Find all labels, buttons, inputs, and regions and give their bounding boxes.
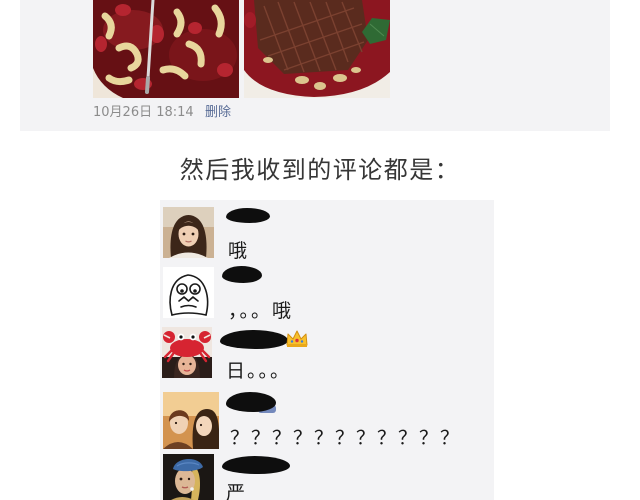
comment-item[interactable]: 哦 (160, 204, 494, 262)
comment-item[interactable]: ，。。哦 (160, 262, 494, 322)
post-photo-1[interactable] (93, 0, 239, 98)
redacted-username[interactable] (226, 392, 276, 412)
girl-portrait-avatar-icon (163, 207, 214, 258)
redacted-username[interactable] (220, 330, 288, 349)
pearl-earring-avatar-icon (163, 454, 214, 500)
redacted-username[interactable] (226, 208, 270, 223)
commenter-avatar[interactable] (163, 267, 214, 318)
commenter-avatar[interactable] (163, 207, 214, 258)
line-drawing-face-avatar-icon (163, 267, 214, 318)
post-photo-2[interactable] (244, 0, 390, 98)
post-timestamp: 10月26日 18:14 (93, 105, 194, 120)
caption-text: 然后我收到的评论都是： (179, 156, 461, 184)
comment-list: 哦 ，。。哦 日。。。 ？？？？？？？？？？？ 严 (160, 200, 494, 500)
comment-text: ？？？？？？？？？？？ (230, 427, 462, 449)
couple-photo-avatar-icon (163, 392, 219, 449)
comment-item[interactable]: 日。。。 (160, 324, 494, 384)
red-dish-photo-icon[interactable] (93, 0, 239, 98)
comment-item[interactable]: ？？？？？？？？？？？ (160, 388, 494, 451)
redacted-username[interactable] (222, 456, 290, 474)
comment-text: 严 (226, 482, 248, 500)
delete-post-link[interactable]: 删除 (205, 104, 231, 122)
chocolate-cake-photo-icon[interactable] (244, 0, 390, 98)
crown-icon (285, 328, 309, 349)
comment-text: ，。。哦 (228, 300, 294, 322)
commenter-avatar[interactable] (163, 454, 214, 500)
commenter-avatar[interactable] (162, 327, 212, 378)
redacted-username[interactable] (222, 266, 262, 283)
comment-text: 哦 (228, 240, 250, 262)
commenter-avatar[interactable] (163, 392, 219, 449)
comment-item[interactable]: 严 (160, 451, 494, 500)
moments-post-card: 10月26日 18:14 删除 (20, 0, 610, 131)
crab-hat-avatar-icon (162, 327, 212, 378)
comment-text: 日。。。 (226, 360, 292, 382)
